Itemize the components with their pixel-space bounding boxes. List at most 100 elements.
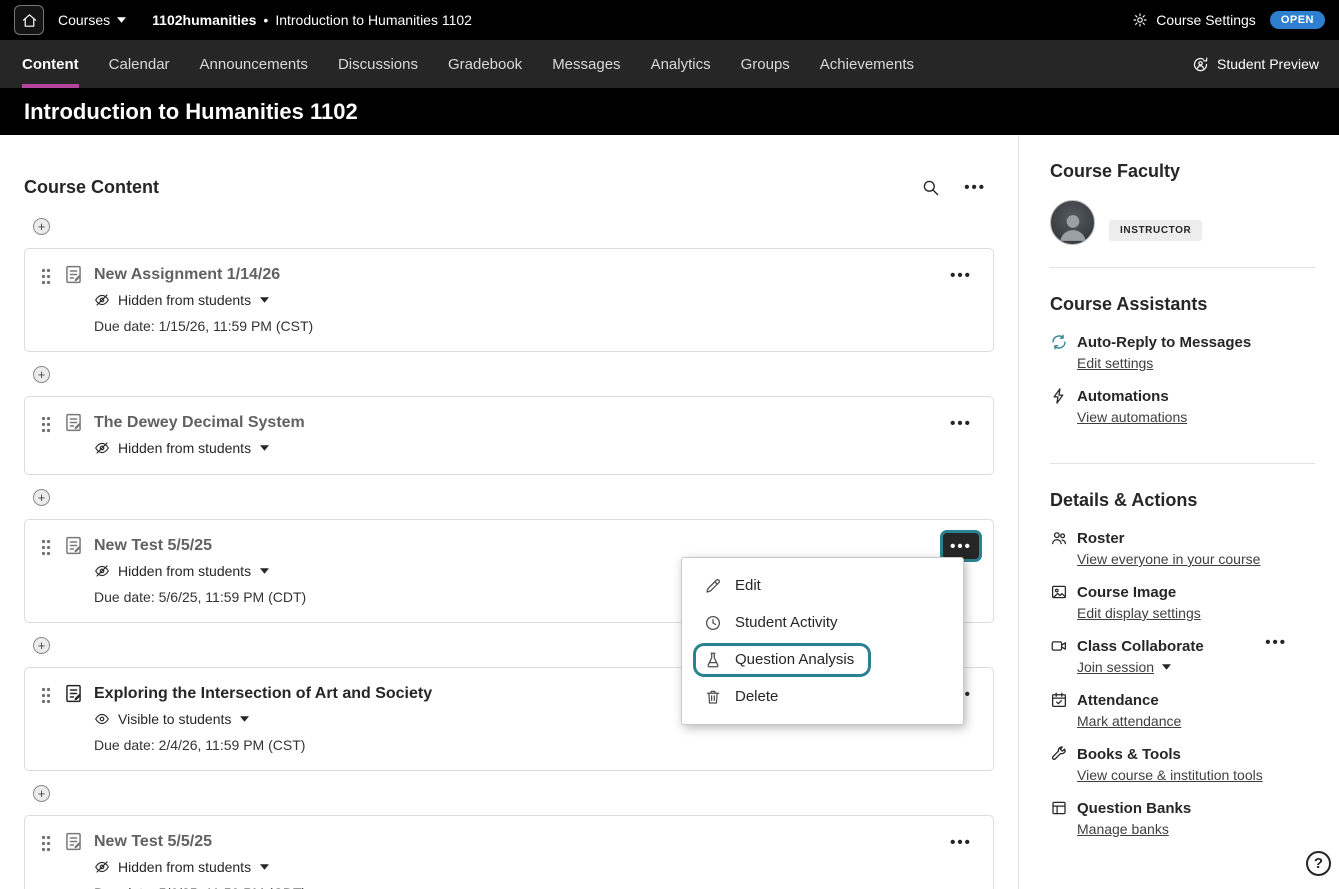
attendance-icon — [1050, 691, 1068, 709]
chevron-down-icon — [117, 17, 126, 23]
due-date-label: Due date: 1/15/26, 11:59 PM (CST) — [94, 317, 977, 335]
roster-icon — [1050, 529, 1068, 547]
tab-groups[interactable]: Groups — [741, 40, 790, 88]
overflow-icon: ••• — [964, 180, 986, 195]
menu-item-label: Question Analysis — [735, 651, 854, 668]
courses-dropdown[interactable]: Courses — [58, 12, 126, 28]
tab-analytics[interactable]: Analytics — [651, 40, 711, 88]
sidebar-link-edit-display-settings[interactable]: Edit display settings — [1077, 605, 1201, 621]
top-navigation-bar: Courses 1102humanities • Introduction to… — [0, 0, 1339, 40]
drag-handle-icon[interactable] — [41, 687, 51, 704]
content-item-title[interactable]: Exploring the Intersection of Art and So… — [94, 682, 432, 706]
content-item-title[interactable]: The Dewey Decimal System — [94, 411, 305, 435]
visibility-label: Hidden from students — [118, 561, 251, 581]
trash-icon — [704, 688, 722, 706]
breadcrumb-course-id[interactable]: 1102humanities — [152, 12, 256, 28]
auto-reply-icon — [1050, 333, 1068, 351]
tab-achievements[interactable]: Achievements — [820, 40, 914, 88]
image-icon — [1050, 583, 1068, 601]
chevron-down-icon — [240, 716, 249, 722]
menu-item-delete[interactable]: Delete — [682, 678, 963, 715]
home-icon — [21, 12, 38, 29]
add-content-button[interactable]: + — [33, 366, 50, 383]
collaborate-overflow-button[interactable]: ••• — [1265, 635, 1287, 650]
course-content-panel: Course Content ••• + New Assignment 1/14… — [0, 135, 1018, 889]
sidebar-item-automations: Automations View automations — [1050, 387, 1315, 425]
drag-handle-icon[interactable] — [41, 268, 51, 285]
content-item-title[interactable]: New Test 5/5/25 — [94, 534, 212, 558]
sidebar-item-course-image: Course Image Edit display settings — [1050, 583, 1315, 621]
item-overflow-button[interactable]: ••• — [943, 533, 979, 559]
activity-icon — [704, 614, 722, 632]
sidebar-item-auto-reply-to-messages: Auto-Reply to Messages Edit settings — [1050, 333, 1315, 371]
tab-calendar[interactable]: Calendar — [109, 40, 170, 88]
add-content-button[interactable]: + — [33, 218, 50, 235]
eye-icon — [94, 711, 110, 727]
sidebar-item-title: Automations — [1077, 388, 1169, 405]
chevron-down-icon — [260, 864, 269, 870]
tab-discussions[interactable]: Discussions — [338, 40, 418, 88]
document-icon — [63, 831, 84, 852]
sidebar-link-manage-banks[interactable]: Manage banks — [1077, 821, 1169, 837]
page-title-band: Introduction to Humanities 1102 — [0, 88, 1339, 135]
course-open-status-badge[interactable]: OPEN — [1270, 11, 1325, 29]
sidebar-link-view-automations[interactable]: View automations — [1077, 409, 1187, 425]
tab-content[interactable]: Content — [22, 40, 79, 88]
course-content-heading: Course Content — [24, 177, 159, 198]
sidebar-link-join-session[interactable]: Join session — [1077, 659, 1154, 675]
course-settings-button[interactable]: Course Settings — [1132, 12, 1256, 28]
due-date-label: Due date: 5/6/25, 11:59 PM (CDT) — [94, 884, 977, 889]
menu-item-label: Edit — [735, 577, 761, 594]
help-button[interactable]: ? — [1306, 851, 1331, 876]
sidebar-link-view-everyone-in-your-course[interactable]: View everyone in your course — [1077, 551, 1260, 567]
menu-item-edit[interactable]: Edit — [682, 567, 963, 604]
student-preview-icon — [1192, 56, 1209, 73]
content-item-title[interactable]: New Assignment 1/14/26 — [94, 263, 280, 287]
question-mark-icon: ? — [1314, 855, 1323, 872]
courses-label: Courses — [58, 12, 110, 28]
visibility-dropdown[interactable]: Hidden from students — [94, 438, 977, 458]
breadcrumb: 1102humanities • Introduction to Humanit… — [152, 12, 472, 28]
menu-item-label: Student Activity — [735, 614, 838, 631]
course-sidebar: Course Faculty INSTRUCTOR Course Assista… — [1018, 135, 1339, 889]
add-content-row: + — [24, 204, 994, 248]
search-button[interactable] — [921, 178, 940, 197]
student-preview-button[interactable]: Student Preview — [1192, 56, 1319, 73]
overflow-icon: ••• — [950, 835, 972, 850]
pencil-icon — [704, 577, 722, 595]
add-content-button[interactable]: + — [33, 637, 50, 654]
drag-handle-icon[interactable] — [41, 539, 51, 556]
content-item-title[interactable]: New Test 5/5/25 — [94, 830, 212, 854]
drag-handle-icon[interactable] — [41, 835, 51, 852]
sidebar-link-edit-settings[interactable]: Edit settings — [1077, 355, 1153, 371]
chevron-down-icon — [260, 297, 269, 303]
add-content-button[interactable]: + — [33, 489, 50, 506]
sidebar-link-view-course-institution-tools[interactable]: View course & institution tools — [1077, 767, 1263, 783]
tools-icon — [1050, 745, 1068, 763]
home-button[interactable] — [14, 5, 44, 35]
drag-handle-icon[interactable] — [41, 416, 51, 433]
search-icon — [921, 178, 940, 197]
eye-off-icon — [94, 440, 110, 456]
sidebar-link-mark-attendance[interactable]: Mark attendance — [1077, 713, 1181, 729]
item-overflow-button[interactable]: ••• — [943, 410, 979, 436]
course-assistants-section: Course Assistants Auto-Reply to Messages… — [1050, 267, 1315, 463]
breadcrumb-separator: • — [263, 12, 268, 28]
document-icon — [63, 264, 84, 285]
item-overflow-button[interactable]: ••• — [943, 262, 979, 288]
course-tabs-bar: Content Calendar Announcements Discussions G… — [0, 40, 1339, 88]
instructor-avatar[interactable] — [1050, 200, 1095, 245]
content-overflow-button[interactable]: ••• — [964, 180, 986, 195]
menu-item-question-analysis[interactable]: Question Analysis — [682, 641, 963, 678]
item-overflow-button[interactable]: ••• — [943, 829, 979, 855]
tab-announcements[interactable]: Announcements — [200, 40, 308, 88]
visibility-dropdown[interactable]: Hidden from students — [94, 857, 977, 877]
person-icon — [1054, 206, 1092, 244]
eye-off-icon — [94, 563, 110, 579]
menu-item-student-activity[interactable]: Student Activity — [682, 604, 963, 641]
tab-messages[interactable]: Messages — [552, 40, 620, 88]
tab-gradebook[interactable]: Gradebook — [448, 40, 522, 88]
visibility-dropdown[interactable]: Hidden from students — [94, 290, 977, 310]
add-content-button[interactable]: + — [33, 785, 50, 802]
flask-icon — [704, 651, 722, 669]
